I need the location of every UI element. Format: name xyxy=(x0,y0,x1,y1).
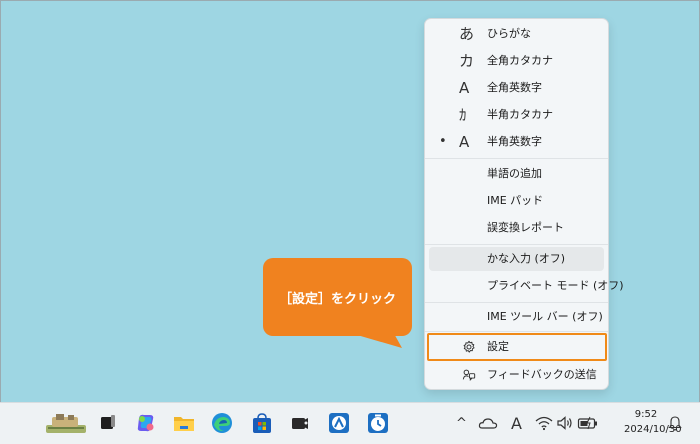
menu-item-label: 全角英数字 xyxy=(487,81,542,94)
menu-item-label: 半角カタカナ xyxy=(487,108,553,121)
widgets-icon[interactable] xyxy=(44,411,88,435)
battery-icon[interactable] xyxy=(577,415,599,431)
ime-mode-indicator[interactable]: A xyxy=(511,403,522,444)
menu-item-label: かな入力 (オフ) xyxy=(487,252,566,265)
menu-item-label: 単語の追加 xyxy=(487,167,542,180)
menu-separator xyxy=(425,302,608,303)
menu-item-fullwidth-alphanumeric[interactable]: A 全角英数字 xyxy=(429,76,604,100)
katakana-icon: カ xyxy=(459,52,475,70)
menu-item-label: 設定 xyxy=(487,340,509,353)
menu-item-halfwidth-katakana[interactable]: ｶ 半角カタカナ xyxy=(429,103,604,127)
menu-item-label: プライベート モード (オフ) xyxy=(487,279,624,292)
wifi-icon[interactable] xyxy=(535,415,553,431)
menu-item-label: IME パッド xyxy=(487,194,544,207)
volume-icon[interactable] xyxy=(556,415,574,431)
menu-item-settings[interactable]: 設定 xyxy=(429,335,604,359)
halfwidth-a-icon: A xyxy=(459,133,470,151)
menu-item-kana-input[interactable]: かな入力 (オフ) xyxy=(429,247,604,271)
app-icon[interactable] xyxy=(288,411,312,435)
menu-item-label: フィードバックの送信 xyxy=(487,368,597,381)
hiragana-icon: あ xyxy=(459,25,475,43)
file-explorer-icon[interactable] xyxy=(172,411,196,435)
callout-text: ［設定］をクリック xyxy=(278,291,396,307)
menu-item-add-word[interactable]: 単語の追加 xyxy=(429,162,604,186)
menu-item-label: ひらがな xyxy=(487,27,531,40)
edge-icon[interactable] xyxy=(210,411,234,435)
onedrive-icon[interactable] xyxy=(478,414,498,432)
menu-item-send-feedback[interactable]: フィードバックの送信 xyxy=(429,363,604,387)
store-icon[interactable] xyxy=(250,411,274,435)
clock-date: 2024/10/30 xyxy=(624,424,682,435)
menu-item-label: 誤変換レポート xyxy=(487,221,564,234)
network-app-icon[interactable] xyxy=(327,411,351,435)
selected-bullet: • xyxy=(439,134,447,149)
copilot-icon[interactable] xyxy=(134,411,158,435)
menu-item-fullwidth-katakana[interactable]: カ 全角カタカナ xyxy=(429,49,604,73)
notification-bell-icon[interactable] xyxy=(668,414,682,432)
feedback-icon xyxy=(462,369,476,381)
menu-item-private-mode[interactable]: プライベート モード (オフ) xyxy=(429,274,624,298)
show-hidden-icons-chevron[interactable]: ^ xyxy=(456,403,467,444)
menu-item-conversion-report[interactable]: 誤変換レポート xyxy=(429,216,604,240)
gear-icon xyxy=(463,340,475,353)
menu-item-ime-pad[interactable]: IME パッド xyxy=(429,189,604,213)
task-view-icon[interactable] xyxy=(96,411,120,435)
callout-tail xyxy=(340,330,402,348)
system-clock[interactable]: 9:52 2024/10/30 xyxy=(624,407,682,437)
menu-item-label: IME ツール バー (オフ) xyxy=(487,310,603,323)
ime-context-menu: あ ひらがな カ 全角カタカナ A 全角英数字 ｶ 半角カタカナ • A 半角英… xyxy=(424,18,624,390)
menu-separator xyxy=(425,331,608,332)
menu-item-ime-toolbar[interactable]: IME ツール バー (オフ) xyxy=(429,305,604,329)
fullwidth-a-icon: A xyxy=(459,79,470,97)
menu-item-label: 全角カタカナ xyxy=(487,54,553,67)
menu-separator xyxy=(425,244,608,245)
menu-item-label: 半角英数字 xyxy=(487,135,542,148)
menu-separator xyxy=(425,158,608,159)
menu-item-hiragana[interactable]: あ ひらがな xyxy=(429,22,604,46)
clock-time: 9:52 xyxy=(634,409,658,420)
menu-item-halfwidth-alphanumeric[interactable]: • A 半角英数字 xyxy=(429,130,604,154)
halfwidth-katakana-icon: ｶ xyxy=(459,106,467,124)
instruction-callout: ［設定］をクリック xyxy=(263,258,412,336)
taskbar: ^ A 9:52 2024/10/30 xyxy=(0,402,700,444)
clock-app-icon[interactable] xyxy=(366,411,390,435)
